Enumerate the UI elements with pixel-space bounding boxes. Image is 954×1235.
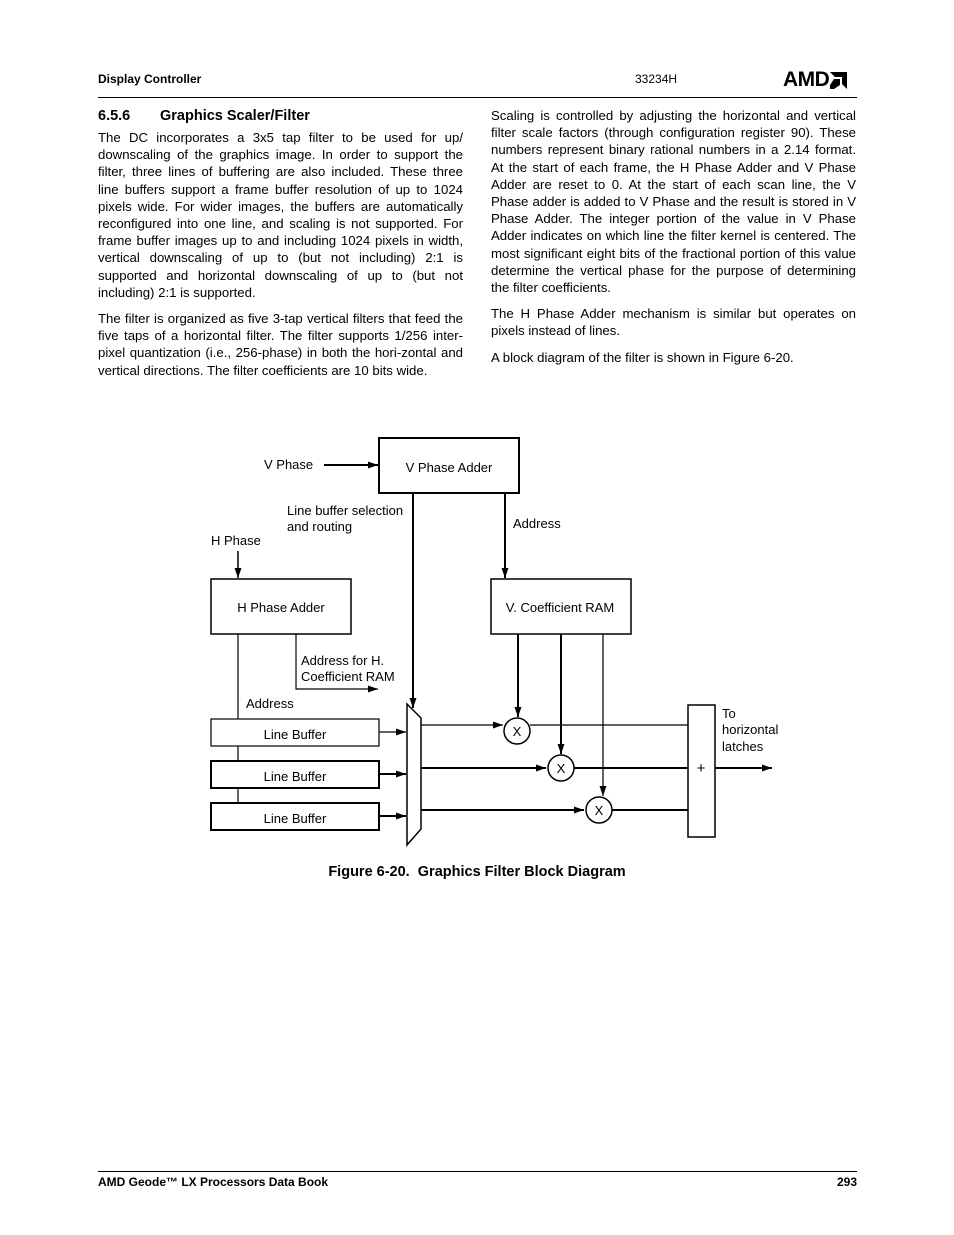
multiplier-symbol: X — [513, 724, 522, 739]
line-buffer-label: Line Buffer — [264, 811, 327, 826]
v-coefficient-ram-label: V. Coefficient RAM — [506, 600, 614, 615]
output-label-3: latches — [722, 739, 764, 754]
line-buffer-routing-label: and routing — [287, 519, 352, 534]
h-phase-label: H Phase — [211, 533, 261, 548]
book-title: AMD Geode™ LX Processors Data Book — [98, 1175, 329, 1189]
footer-rule — [98, 1171, 857, 1172]
line-buffer-label: Line Buffer — [264, 769, 327, 784]
figure-caption-text: Figure 6-20. Graphics Filter Block Diagr… — [328, 864, 626, 880]
output-label-2: horizontal — [722, 722, 778, 737]
v-phase-adder-label: V Phase Adder — [406, 460, 493, 475]
line-buffer-selection-label: Line buffer selection — [287, 503, 403, 518]
line-buffer-label: Line Buffer — [264, 727, 327, 742]
line-buffer-multiplexer — [406, 702, 422, 847]
adder-symbol: + — [697, 760, 706, 777]
h-phase-adder-label: H Phase Adder — [237, 600, 325, 615]
address-h-label: Address — [246, 696, 294, 711]
multiplier-symbol: X — [557, 761, 566, 776]
page-number: 293 — [836, 1175, 857, 1189]
figure-caption: Figure 6-20. Graphics Filter Block Diagr… — [0, 864, 954, 880]
v-phase-label: V Phase — [264, 457, 313, 472]
address-v-label: Address — [513, 516, 561, 531]
output-label-1: To — [722, 706, 736, 721]
graphics-filter-block-diagram: V Phase V Phase Adder Line buffer select… — [210, 437, 778, 847]
address-h-coeff-label-2: Coefficient RAM — [301, 669, 395, 684]
address-h-coeff-label-1: Address for H. — [301, 653, 384, 668]
multiplier-symbol: X — [595, 803, 604, 818]
